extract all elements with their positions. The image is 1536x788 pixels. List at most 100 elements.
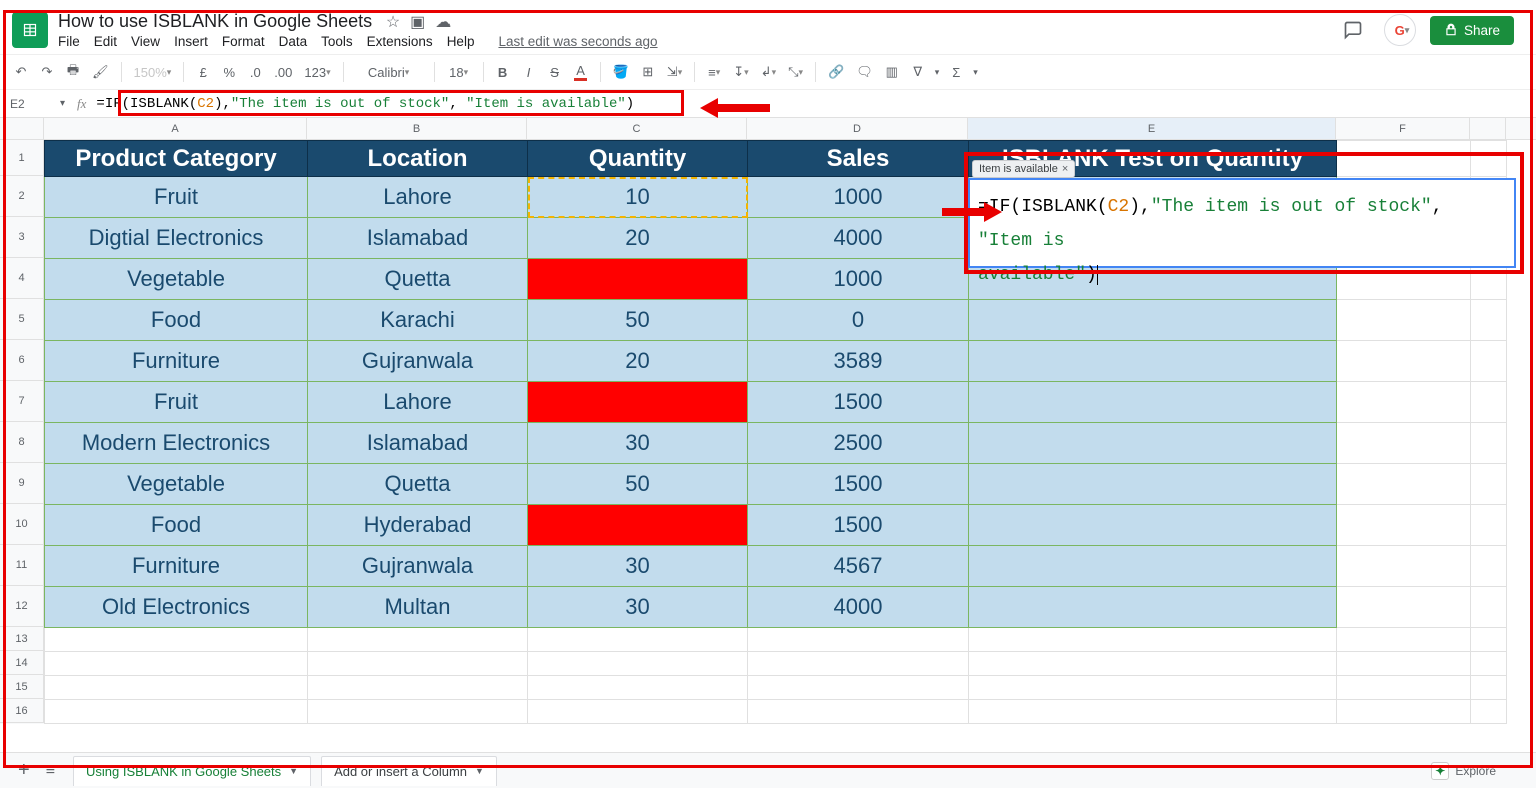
fill-color-icon[interactable]: 🪣 <box>611 60 631 84</box>
cell[interactable]: 30 <box>528 587 748 628</box>
cell[interactable]: Multan <box>308 587 528 628</box>
cell[interactable] <box>1337 382 1471 423</box>
cell[interactable] <box>748 628 969 652</box>
col-header-D[interactable]: D <box>747 118 968 139</box>
cell[interactable]: Hyderabad <box>308 505 528 546</box>
cell[interactable]: 50 <box>528 464 748 505</box>
cell[interactable] <box>969 628 1337 652</box>
select-all-cell[interactable] <box>0 118 44 139</box>
cell[interactable] <box>1471 676 1507 700</box>
cell[interactable]: 30 <box>528 546 748 587</box>
cell[interactable]: 30 <box>528 423 748 464</box>
cell[interactable]: Food <box>45 505 308 546</box>
vertical-align-icon[interactable]: ↧ <box>731 60 750 84</box>
font-select[interactable]: Calibri <box>354 60 424 84</box>
row-header[interactable]: 8 <box>0 422 44 463</box>
cell[interactable]: Islamabad <box>308 423 528 464</box>
text-rotation-icon[interactable]: ⤡ <box>786 60 805 84</box>
cell[interactable]: 2500 <box>748 423 969 464</box>
more-formats-button[interactable]: 123 <box>302 60 332 84</box>
cell[interactable] <box>1471 464 1507 505</box>
sheet-tab[interactable]: Add or insert a Column▼ <box>321 756 497 786</box>
row-header[interactable]: 12 <box>0 586 44 627</box>
menu-format[interactable]: Format <box>222 34 265 49</box>
cell[interactable]: Quetta <box>308 259 528 300</box>
share-button[interactable]: Share <box>1430 16 1514 45</box>
cell[interactable]: Vegetable <box>45 464 308 505</box>
strikethrough-icon[interactable]: S <box>546 60 564 84</box>
cell[interactable]: 1500 <box>748 464 969 505</box>
increase-decimal-button[interactable]: .00 <box>272 60 294 84</box>
formula-preview-tooltip[interactable]: Item is available× <box>972 160 1075 178</box>
cell[interactable]: Gujranwala <box>308 546 528 587</box>
explore-button[interactable]: ✦ Explore <box>1431 762 1526 780</box>
cell[interactable] <box>1471 141 1507 177</box>
col-header-A[interactable]: A <box>44 118 307 139</box>
cell[interactable] <box>1337 464 1471 505</box>
cell-C2[interactable]: 10 <box>528 177 748 218</box>
cell[interactable] <box>1337 587 1471 628</box>
menu-file[interactable]: File <box>58 34 80 49</box>
row-header[interactable]: 1 <box>0 140 44 176</box>
cell[interactable] <box>528 259 748 300</box>
cell[interactable] <box>1337 300 1471 341</box>
cell[interactable]: 50 <box>528 300 748 341</box>
cell[interactable]: Fruit <box>45 382 308 423</box>
cell[interactable] <box>969 546 1337 587</box>
row-header[interactable]: 6 <box>0 340 44 381</box>
cell[interactable] <box>1471 382 1507 423</box>
insert-comment-icon[interactable]: 🗨 <box>854 60 875 84</box>
cell[interactable] <box>969 587 1337 628</box>
redo-icon[interactable]: ↷ <box>38 60 56 84</box>
cell[interactable] <box>969 464 1337 505</box>
cell[interactable]: 0 <box>748 300 969 341</box>
insert-link-icon[interactable]: 🔗 <box>826 60 846 84</box>
cell[interactable]: 1500 <box>748 505 969 546</box>
cell[interactable] <box>1337 546 1471 587</box>
cell[interactable] <box>1471 628 1507 652</box>
italic-icon[interactable]: I <box>520 60 538 84</box>
insert-chart-icon[interactable]: ▥ <box>883 60 901 84</box>
menu-edit[interactable]: Edit <box>94 34 117 49</box>
cell[interactable] <box>45 652 308 676</box>
cell[interactable] <box>528 652 748 676</box>
cell[interactable] <box>1471 587 1507 628</box>
bold-icon[interactable]: B <box>494 60 512 84</box>
cell[interactable]: 20 <box>528 218 748 259</box>
cell[interactable]: 1000 <box>748 177 969 218</box>
cell[interactable]: 4567 <box>748 546 969 587</box>
add-sheet-button[interactable]: + <box>10 759 38 782</box>
cell[interactable]: Digtial Electronics <box>45 218 308 259</box>
sheet-tab-active[interactable]: Using ISBLANK in Google Sheets▼ <box>73 756 311 786</box>
cell[interactable]: Location <box>308 141 528 177</box>
cell[interactable]: Furniture <box>45 341 308 382</box>
cell[interactable] <box>969 382 1337 423</box>
cell[interactable] <box>528 505 748 546</box>
cell[interactable]: Karachi <box>308 300 528 341</box>
cell[interactable]: Lahore <box>308 382 528 423</box>
functions-icon[interactable]: Σ <box>947 60 965 84</box>
cell[interactable] <box>1471 546 1507 587</box>
decrease-decimal-button[interactable]: .0 <box>246 60 264 84</box>
row-header[interactable]: 9 <box>0 463 44 504</box>
cell[interactable]: 1000 <box>748 259 969 300</box>
all-sheets-button[interactable]: ≡ <box>38 762 63 780</box>
cell[interactable] <box>1337 628 1471 652</box>
cell[interactable]: Quantity <box>528 141 748 177</box>
cell[interactable] <box>308 628 528 652</box>
comments-icon[interactable] <box>1336 13 1370 47</box>
row-header[interactable]: 5 <box>0 299 44 340</box>
cell[interactable]: Product Category <box>45 141 308 177</box>
menu-view[interactable]: View <box>131 34 160 49</box>
cell[interactable] <box>969 700 1337 724</box>
last-edit-link[interactable]: Last edit was seconds ago <box>498 34 657 49</box>
cell[interactable]: Sales <box>748 141 969 177</box>
col-header-F[interactable]: F <box>1336 118 1470 139</box>
account-avatar[interactable]: G ▾ <box>1384 14 1416 46</box>
move-icon[interactable]: ▣ <box>410 12 425 32</box>
cell[interactable]: 4000 <box>748 218 969 259</box>
chevron-down-icon[interactable]: ▼ <box>475 766 484 776</box>
name-box-dropdown-icon[interactable]: ▾ <box>60 98 65 109</box>
cell[interactable]: Furniture <box>45 546 308 587</box>
row-header[interactable]: 7 <box>0 381 44 422</box>
